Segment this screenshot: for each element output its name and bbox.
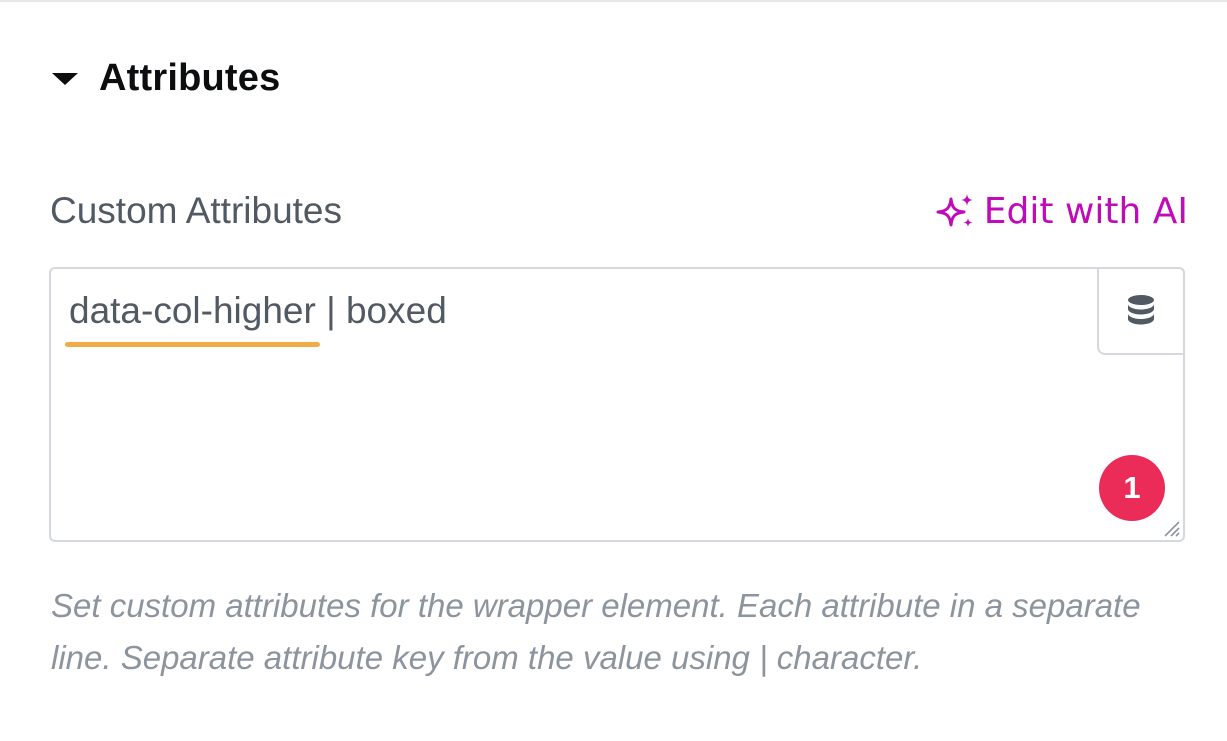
edit-with-ai-label: Edit with AI [983,190,1188,232]
database-icon [1128,295,1154,325]
sparkles-icon [936,194,973,227]
edit-with-ai-button[interactable]: Edit with AI [936,186,1188,236]
custom-attributes-field: data-col-higher | boxed 1 [49,267,1185,542]
section-title: Attributes [99,56,281,99]
custom-attributes-label: Custom Attributes [50,190,343,231]
help-text: Set custom attributes for the wrapper el… [51,587,1141,676]
attribute-key-text: data-col-higher [69,290,316,331]
dynamic-tags-button[interactable] [1097,267,1185,355]
attribute-value-text: | boxed [315,290,447,331]
panel-divider [0,0,1227,2]
custom-attributes-textarea[interactable]: data-col-higher | boxed [65,289,447,347]
spellcheck-underline [65,342,320,347]
notification-badge[interactable]: 1 [1099,455,1165,521]
caret-down-icon [52,73,78,85]
resize-handle-icon[interactable] [1161,518,1181,538]
misspelled-word: data-col-higher [65,290,320,347]
attributes-section-toggle[interactable]: Attributes [52,52,280,104]
